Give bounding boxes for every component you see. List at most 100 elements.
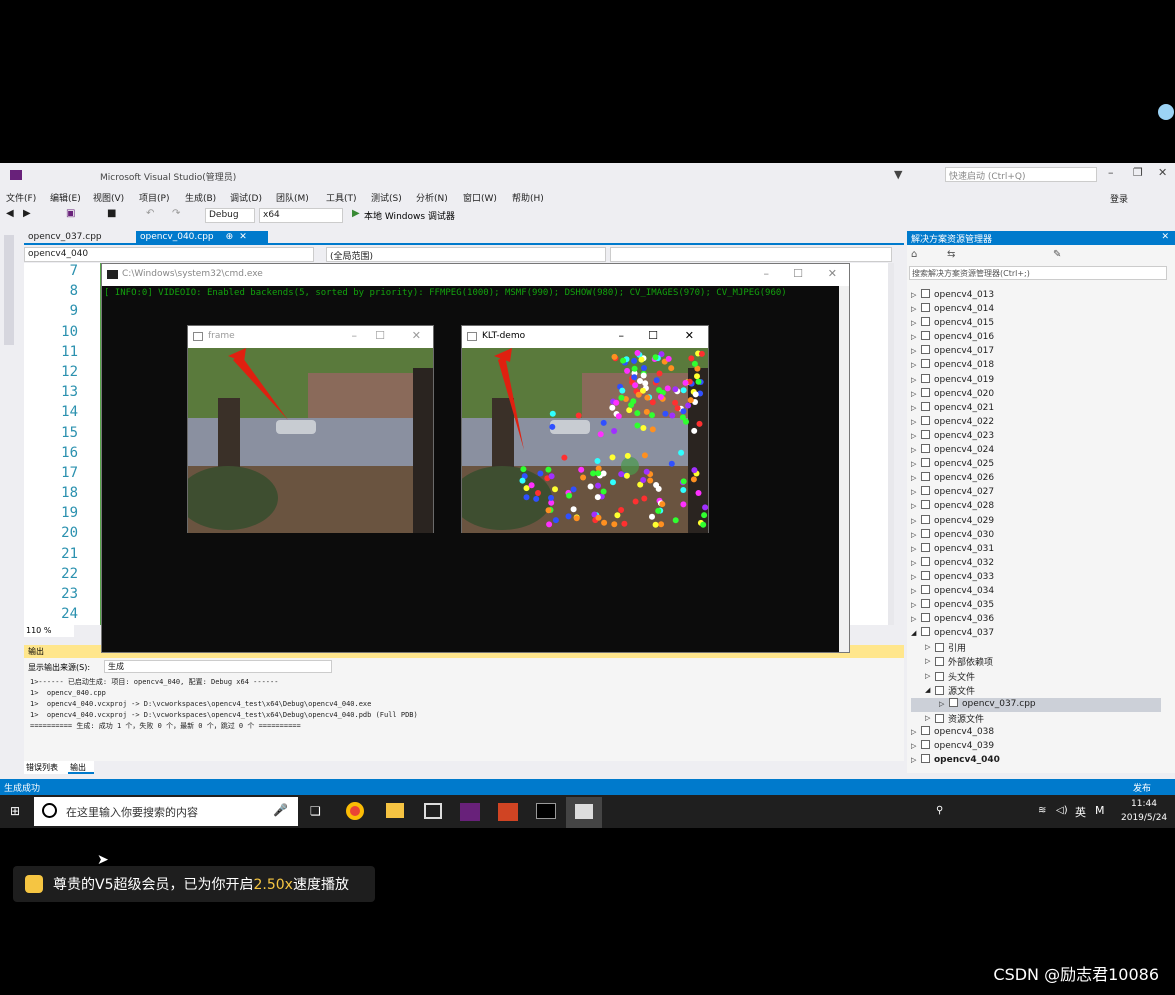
server-explorer-tab[interactable]	[4, 235, 14, 345]
expand-arrow-icon[interactable]: ▷	[911, 742, 916, 750]
expand-arrow-icon[interactable]: ▷	[911, 460, 916, 468]
minimize-icon[interactable]: –	[1108, 166, 1114, 179]
tree-item[interactable]: ▷ 引用	[911, 641, 1161, 655]
home-icon[interactable]: ⌂	[911, 249, 917, 260]
menu-analyze[interactable]: 分析(N)	[416, 191, 448, 204]
tree-item[interactable]: ▷ opencv4_015	[911, 317, 1161, 331]
expand-arrow-icon[interactable]: ▷	[911, 615, 916, 623]
floating-ball-icon[interactable]	[1158, 104, 1174, 120]
expand-arrow-icon[interactable]: ▷	[911, 319, 916, 327]
expand-arrow-icon[interactable]: ▷	[911, 531, 916, 539]
menu-view[interactable]: 视图(V)	[93, 191, 124, 204]
tree-item[interactable]: ▷ opencv4_035	[911, 599, 1161, 613]
expand-arrow-icon[interactable]: ▷	[911, 361, 916, 369]
sync-icon[interactable]: ⇆	[947, 249, 955, 260]
ime-indicator[interactable]: 英	[1075, 804, 1086, 820]
forward-icon[interactable]: ▶	[23, 208, 31, 219]
solution-search-input[interactable]: 搜索解决方案资源管理器(Ctrl+;)	[909, 266, 1167, 280]
expand-arrow-icon[interactable]: ▷	[911, 517, 916, 525]
tree-item[interactable]: ▷ opencv4_018	[911, 359, 1161, 373]
close-icon[interactable]: ✕	[1158, 166, 1167, 179]
tree-item[interactable]: ▷ opencv4_024	[911, 444, 1161, 458]
menu-help[interactable]: 帮助(H)	[512, 191, 544, 204]
wifi-icon[interactable]: ≋	[1038, 805, 1046, 816]
run-icon[interactable]: ▶	[352, 208, 360, 219]
menu-test[interactable]: 测试(S)	[371, 191, 402, 204]
left-toolbox-strip[interactable]	[0, 231, 20, 776]
tree-item[interactable]: ▷ opencv4_023	[911, 429, 1161, 444]
panel-close-icon[interactable]: ✕	[1161, 232, 1169, 242]
login-link[interactable]: 登录	[1110, 192, 1128, 205]
tree-item[interactable]: ▷ opencv4_022	[911, 415, 1161, 430]
expand-arrow-icon[interactable]: ▷	[911, 347, 916, 355]
tree-item[interactable]: ▷ opencv4_038	[911, 725, 1161, 740]
frame-maximize-icon[interactable]: ☐	[375, 329, 385, 342]
tree-item[interactable]: ▷ opencv4_019	[911, 373, 1161, 388]
tree-item[interactable]: ▷ opencv4_016	[911, 331, 1161, 345]
scope-dropdown[interactable]: (全局范围)	[326, 247, 606, 262]
klt-close-icon[interactable]: ✕	[685, 329, 694, 342]
config-select[interactable]: Debug	[205, 208, 255, 223]
menu-team[interactable]: 团队(M)	[276, 191, 309, 204]
tab-close-icon[interactable]: ✕	[239, 232, 247, 242]
expand-arrow-icon[interactable]: ▷	[925, 714, 930, 722]
expand-arrow-icon[interactable]: ▷	[911, 573, 916, 581]
tree-item[interactable]: ▷ opencv4_017	[911, 345, 1161, 359]
windows-start-icon[interactable]: ⊞	[10, 804, 20, 818]
expand-arrow-icon[interactable]: ▷	[911, 446, 916, 454]
redo-icon[interactable]: ↷	[172, 208, 180, 219]
settings-wrench-icon[interactable]: ✎	[1053, 249, 1061, 260]
tree-item[interactable]: ▷ 头文件	[911, 670, 1161, 684]
tree-item[interactable]: ▷ opencv4_021	[911, 401, 1161, 416]
expand-arrow-icon[interactable]: ◢	[911, 629, 916, 637]
expand-arrow-icon[interactable]: ▷	[911, 545, 916, 553]
taskbar-date[interactable]: 2019/5/24	[1121, 813, 1167, 823]
tree-item[interactable]: ▷ opencv4_040	[911, 754, 1161, 768]
taskbar-time[interactable]: 11:44	[1131, 799, 1157, 809]
menu-build[interactable]: 生成(B)	[185, 191, 216, 204]
tree-item[interactable]: ▷ 外部依赖项	[911, 655, 1161, 669]
tree-item[interactable]: ▷ opencv4_013	[911, 289, 1161, 303]
cmd-icon[interactable]	[536, 803, 556, 819]
tree-item[interactable]: ▷ 资源文件	[911, 712, 1161, 726]
tree-item[interactable]: ▷ opencv_037.cpp	[911, 697, 1161, 712]
tree-item[interactable]: ▷ opencv4_039	[911, 740, 1161, 754]
tree-item[interactable]: ▷ opencv4_029	[911, 514, 1161, 529]
expand-arrow-icon[interactable]: ▷	[911, 587, 916, 595]
tree-item[interactable]: ▷ opencv4_032	[911, 556, 1161, 571]
save-icon[interactable]: ■	[107, 208, 116, 219]
new-project-icon[interactable]: ▣	[66, 208, 75, 219]
output-source-select[interactable]: 生成	[104, 660, 332, 673]
pin-icon[interactable]: ⊕	[226, 232, 234, 242]
expand-arrow-icon[interactable]: ▷	[911, 404, 916, 412]
file-explorer-icon[interactable]	[386, 803, 404, 818]
project-dropdown[interactable]: opencv4_040	[24, 247, 314, 262]
person-icon[interactable]: ⚲	[936, 805, 943, 816]
menu-project[interactable]: 项目(P)	[139, 191, 169, 204]
tree-item[interactable]: ▷ opencv4_014	[911, 303, 1161, 317]
menu-debug[interactable]: 调试(D)	[230, 191, 262, 204]
restore-icon[interactable]: ❐	[1133, 166, 1143, 179]
zoom-select[interactable]: 110 %	[24, 625, 74, 637]
undo-icon[interactable]: ↶	[146, 208, 154, 219]
tree-item[interactable]: ▷ opencv4_027	[911, 486, 1161, 500]
expand-arrow-icon[interactable]: ▷	[911, 728, 916, 736]
tab-opencv-037[interactable]: opencv_037.cpp	[24, 231, 134, 245]
menu-file[interactable]: 文件(F)	[6, 191, 36, 204]
tab-opencv-040[interactable]: opencv_040.cpp ⊕ ✕	[136, 231, 268, 245]
tab-error-list[interactable]: 错误列表	[24, 761, 68, 774]
ime-mode-icon[interactable]: M	[1095, 804, 1105, 817]
expand-arrow-icon[interactable]: ◢	[925, 686, 930, 694]
menu-tools[interactable]: 工具(T)	[326, 191, 357, 204]
tree-item[interactable]: ▷ opencv4_028	[911, 500, 1161, 514]
menu-window[interactable]: 窗口(W)	[463, 191, 497, 204]
tree-item[interactable]: ▷ opencv4_034	[911, 584, 1161, 599]
expand-arrow-icon[interactable]: ▷	[911, 333, 916, 341]
klt-maximize-icon[interactable]: ☐	[648, 329, 658, 342]
expand-arrow-icon[interactable]: ▷	[911, 432, 916, 440]
expand-arrow-icon[interactable]: ▷	[925, 672, 930, 680]
expand-arrow-icon[interactable]: ▷	[911, 291, 916, 299]
frame-minimize-icon[interactable]: –	[352, 329, 358, 342]
tab-output[interactable]: 输出	[68, 761, 94, 774]
expand-arrow-icon[interactable]: ▷	[925, 657, 930, 665]
